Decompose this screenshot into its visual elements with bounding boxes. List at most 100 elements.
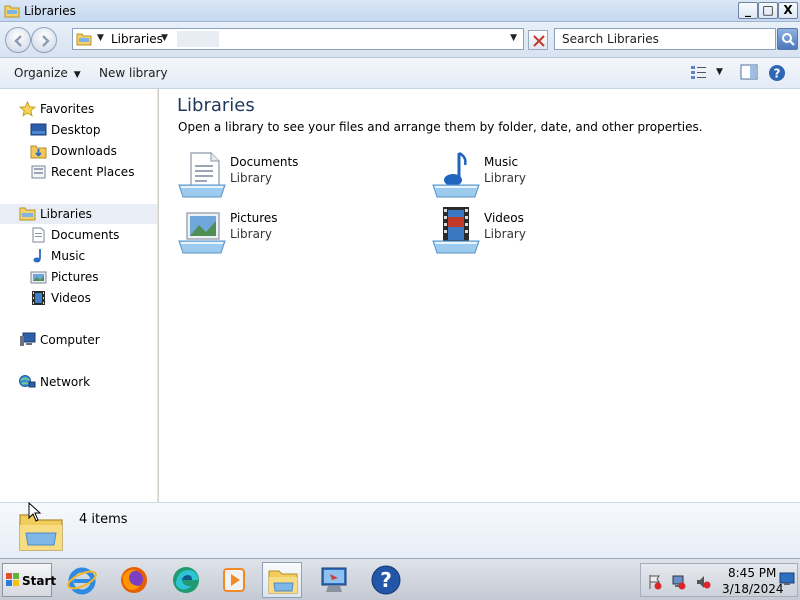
address-bar[interactable]: ▼ Libraries ▼ ▼	[72, 28, 524, 50]
library-tile-music[interactable]: Music Library	[431, 151, 651, 201]
taskbar-app-edge[interactable]	[166, 562, 206, 598]
libraries-folder-icon	[19, 207, 36, 221]
library-type: Library	[484, 227, 526, 241]
taskbar-app-help[interactable]: ?	[366, 562, 406, 598]
address-history-dropdown-icon[interactable]: ▼	[510, 33, 517, 43]
network-disconnected-icon[interactable]	[671, 574, 687, 590]
start-button[interactable]: Start	[2, 563, 56, 597]
action-center-flag-icon[interactable]	[647, 574, 663, 590]
search-input[interactable]: Search Libraries	[554, 28, 776, 50]
svg-text:?: ?	[380, 568, 392, 592]
libraries-folder-icon	[4, 5, 20, 18]
nav-item-network[interactable]: Network	[19, 372, 149, 392]
nav-item-videos[interactable]: Videos	[30, 288, 150, 308]
minimize-button[interactable]: _	[738, 2, 758, 19]
documents-icon	[32, 227, 45, 243]
organize-button[interactable]: Organize ▼	[14, 66, 81, 80]
clock-date[interactable]: 3/18/2024	[722, 582, 784, 596]
edge-icon	[173, 567, 199, 593]
taskbar-app-libraries-explorer[interactable]	[262, 562, 302, 598]
library-name: Documents	[230, 155, 299, 169]
nav-item-label: Computer	[40, 333, 100, 347]
nav-item-label: Network	[40, 375, 91, 389]
command-bar: Organize ▼ New library ▼ ?	[0, 58, 800, 89]
search-icon	[782, 33, 795, 46]
library-tile-pictures[interactable]: Pictures Library	[177, 207, 397, 257]
help-icon: ?	[371, 565, 401, 595]
nav-item-label: Videos	[51, 291, 91, 305]
chevron-down-icon[interactable]: ▼	[161, 33, 168, 43]
nav-item-label: Libraries	[40, 207, 92, 221]
taskbar-app-media-player[interactable]	[214, 562, 254, 598]
taskbar-app-internet-explorer[interactable]	[62, 562, 102, 598]
page-title: Libraries	[177, 95, 255, 116]
documents-library-icon	[178, 152, 226, 198]
page-description: Open a library to see your files and arr…	[178, 120, 703, 134]
desktop-icon	[30, 123, 47, 136]
computer-icon	[20, 332, 36, 346]
library-name: Pictures	[230, 211, 278, 225]
change-view-icon[interactable]	[690, 64, 708, 80]
library-name: Music	[484, 155, 519, 169]
clear-address-button[interactable]	[528, 30, 548, 50]
library-type: Library	[230, 227, 272, 241]
recent-places-icon	[31, 165, 46, 179]
show-desktop-icon[interactable]	[779, 572, 795, 586]
item-count: 4 items	[79, 512, 128, 527]
organize-label: Organize	[14, 66, 68, 80]
close-button[interactable]: X	[778, 2, 798, 19]
breadcrumb-libraries[interactable]: Libraries	[111, 32, 163, 46]
navigation-pane: Favorites Desktop Downloads Recent Place…	[0, 89, 158, 502]
chevron-down-icon[interactable]: ▼	[716, 67, 723, 77]
chevron-down-icon[interactable]: ▼	[97, 33, 104, 43]
internet-explorer-icon	[67, 567, 97, 595]
nav-item-desktop[interactable]: Desktop	[30, 120, 150, 140]
nav-item-computer[interactable]: Computer	[19, 330, 149, 350]
nav-item-favorites[interactable]: Favorites	[19, 99, 149, 119]
music-library-icon	[432, 151, 480, 198]
new-library-button[interactable]: New library	[99, 66, 168, 80]
volume-muted-icon[interactable]	[695, 574, 711, 590]
star-icon	[19, 101, 36, 117]
firefox-icon	[121, 567, 147, 593]
nav-item-libraries[interactable]: Libraries	[19, 204, 149, 224]
pictures-library-icon	[178, 212, 226, 254]
mouse-cursor-icon	[28, 502, 42, 522]
nav-item-pictures[interactable]: Pictures	[30, 267, 150, 287]
libraries-folder-icon	[76, 33, 92, 46]
search-button[interactable]	[777, 28, 798, 50]
pictures-icon	[30, 271, 47, 284]
library-tile-videos[interactable]: Videos Library	[431, 207, 651, 257]
forward-button[interactable]	[31, 27, 57, 53]
address-toolbar: ▼ Libraries ▼ ▼ Search Libraries	[0, 22, 800, 58]
window-title: Libraries	[24, 4, 76, 18]
nav-item-label: Documents	[51, 228, 120, 242]
library-tile-documents[interactable]: Documents Library	[177, 151, 397, 201]
chevron-down-icon: ▼	[73, 70, 81, 80]
library-name: Videos	[484, 211, 524, 225]
forward-arrow-icon	[42, 35, 50, 47]
clock-time[interactable]: 8:45 PM	[728, 566, 776, 580]
libraries-explorer-icon	[268, 570, 298, 594]
taskbar-app-firefox[interactable]	[114, 562, 154, 598]
back-arrow-icon	[14, 35, 22, 47]
media-player-icon	[223, 568, 245, 592]
network-icon	[19, 375, 36, 388]
taskbar-app-remote-desktop[interactable]	[314, 562, 354, 598]
music-note-icon	[33, 249, 41, 263]
svg-text:?: ?	[774, 67, 781, 81]
library-type: Library	[484, 171, 526, 185]
system-tray: 8:45 PM 3/18/2024	[640, 563, 798, 597]
nav-item-documents[interactable]: Documents	[30, 225, 150, 245]
nav-item-label: Desktop	[51, 123, 101, 137]
maximize-button[interactable]: □	[758, 2, 778, 19]
library-type: Library	[230, 171, 272, 185]
help-icon[interactable]: ?	[768, 64, 786, 82]
nav-item-music[interactable]: Music	[30, 246, 150, 266]
preview-pane-icon[interactable]	[740, 64, 758, 80]
back-button[interactable]	[5, 27, 31, 53]
content-pane: Libraries Open a library to see your fil…	[159, 89, 800, 502]
nav-item-downloads[interactable]: Downloads	[30, 141, 150, 161]
nav-item-recent-places[interactable]: Recent Places	[30, 162, 155, 182]
breadcrumb-highlight	[177, 31, 219, 47]
